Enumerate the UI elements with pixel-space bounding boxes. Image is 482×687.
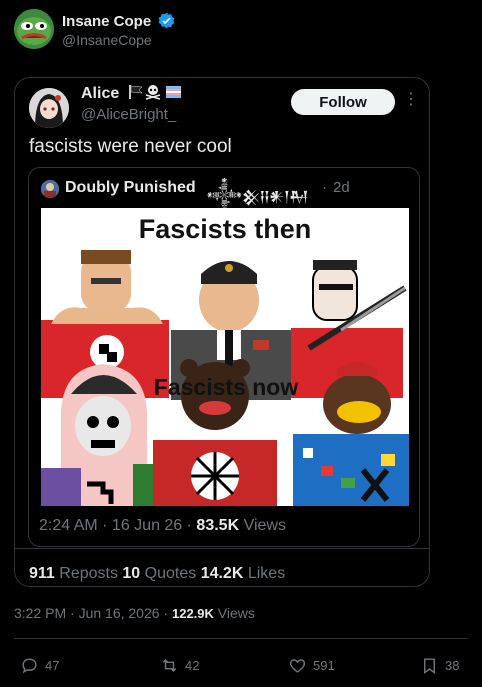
reply-icon — [22, 658, 37, 674]
quoted-timestamp-full[interactable]: 2:24 AM · 16 Jun 26 · — [39, 517, 196, 534]
skull-crossbones-icon — [145, 85, 160, 100]
quoted-meta: 2:24 AM · 16 Jun 26 · 83.5K Views — [39, 517, 286, 535]
tweet-meta: 3:22 PM · Jun 16, 2026 · 122.9K Views — [14, 605, 255, 621]
avatar[interactable] — [41, 180, 59, 198]
name-emoji-row — [128, 84, 182, 105]
divider — [14, 638, 468, 639]
repost-icon — [162, 658, 177, 673]
black-flag-icon — [128, 85, 143, 99]
likes-label[interactable]: Likes — [243, 565, 285, 582]
reposts-label[interactable]: Reposts — [55, 565, 123, 582]
bookmark-count: 38 — [445, 658, 460, 673]
follow-button[interactable]: Follow — [291, 89, 395, 115]
more-options-icon[interactable]: ⋮ — [403, 90, 419, 110]
views-count: 122.9K — [171, 606, 214, 621]
author-name[interactable]: Alice — [81, 84, 182, 105]
author-name[interactable]: Insane Cope — [62, 12, 175, 33]
quotes-count[interactable]: 10 — [122, 565, 140, 582]
repost-button[interactable]: 42 — [160, 656, 199, 675]
quoted-author-name[interactable]: Doubly Punished — [65, 179, 196, 197]
quoted-views-label: Views — [239, 517, 286, 534]
meme-title-bottom: Fascists now — [153, 374, 299, 400]
embedded-tweet-card[interactable]: Alice @AliceBright_ Follow ⋮ fascists we… — [14, 77, 430, 587]
reposts-count[interactable]: 911 — [29, 565, 55, 582]
like-button[interactable]: 591 — [288, 656, 335, 675]
quotes-label[interactable]: Quotes — [140, 565, 200, 582]
repost-count: 42 — [185, 658, 200, 673]
bookmark-icon — [424, 658, 435, 675]
quoted-tweet[interactable]: Doubly Punished 𒀱𒆜𒍝𒀭𒁹𒈹 · 2d Fascists the… — [28, 167, 420, 547]
avatar[interactable] — [14, 9, 54, 49]
quoted-timestamp[interactable]: 2d — [333, 179, 350, 196]
quoted-views-count: 83.5K — [196, 517, 240, 534]
pepe-avatar-icon — [14, 9, 54, 49]
author-handle[interactable]: @InsaneCope — [62, 32, 152, 48]
like-count: 591 — [313, 658, 335, 673]
engagement-stats: 911 Reposts 10 Quotes 14.2K Likes — [29, 565, 285, 583]
reply-button[interactable]: 47 — [20, 656, 59, 675]
heart-icon — [289, 659, 306, 673]
tweet-text: fascists were never cool — [29, 136, 232, 157]
meme-title-top: Fascists then — [138, 214, 312, 244]
tweet-timestamp[interactable]: 3:22 PM · Jun 16, 2026 · — [14, 605, 172, 621]
meme-image[interactable]: Fascists then Fascists now — [41, 208, 409, 506]
verified-badge-icon — [158, 12, 175, 33]
reply-count: 47 — [45, 658, 60, 673]
avatar[interactable] — [29, 88, 69, 128]
separator-dot: · — [322, 179, 327, 196]
trans-flag-icon — [165, 86, 181, 98]
author-handle[interactable]: @AliceBright_ — [81, 106, 176, 123]
anime-avatar-icon — [29, 88, 69, 128]
likes-count[interactable]: 14.2K — [201, 565, 244, 582]
bookmark-button[interactable]: 38 — [420, 656, 459, 675]
views-label: Views — [213, 605, 255, 621]
divider — [15, 548, 429, 549]
